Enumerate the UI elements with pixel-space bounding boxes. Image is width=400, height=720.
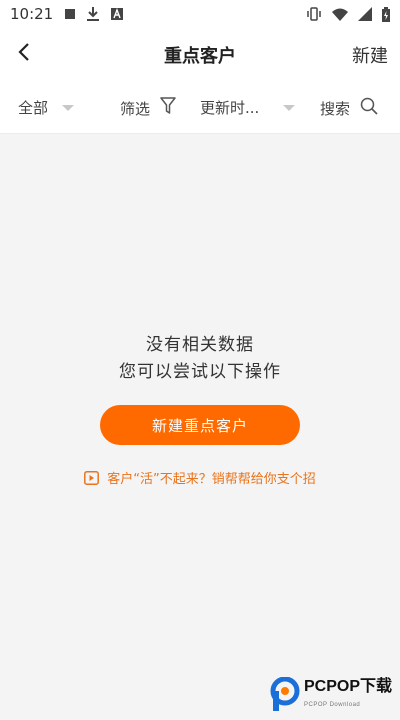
status-bar: 10:21 <box>0 0 400 28</box>
filter-search-button[interactable]: 搜索 <box>320 97 378 119</box>
caret-down-icon <box>62 104 75 111</box>
filter-search-label: 搜索 <box>320 99 351 118</box>
watermark-text: PCPOP下载 PCPOP Download <box>304 679 392 713</box>
caret-down-icon <box>283 104 296 111</box>
battery-charging-icon <box>382 6 390 22</box>
page-title: 重点客户 <box>164 46 236 67</box>
empty-state-subtitle: 您可以尝试以下操作 <box>119 362 281 382</box>
filter-screen-label: 筛选 <box>120 99 151 118</box>
vibrate-icon <box>306 7 322 21</box>
download-icon <box>87 7 100 21</box>
status-left: 10:21 <box>10 5 124 23</box>
header: 重点客户 新建 <box>0 28 400 80</box>
filter-all-label: 全部 <box>18 99 49 117</box>
filter-update-label: 更新时... <box>200 99 260 117</box>
filter-update-time-dropdown[interactable]: 更新时... <box>200 97 296 118</box>
search-icon <box>360 97 378 119</box>
wifi-icon <box>332 8 348 21</box>
stop-square-icon <box>65 9 76 19</box>
create-key-customer-button[interactable]: 新建重点客户 <box>100 405 300 445</box>
watermark-main-text: PCPOP下载 <box>304 678 393 695</box>
signal-icon <box>358 7 372 21</box>
filter-all-dropdown[interactable]: 全部 <box>18 97 75 118</box>
font-a-icon <box>111 8 124 20</box>
help-link-text: 客户“活”不起来？销帮帮给你支个招 <box>107 472 316 487</box>
filter-bar: 全部 筛选 更新时... 搜索 <box>0 80 400 134</box>
help-link[interactable]: 客户“活”不起来？销帮帮给你支个招 <box>0 468 400 487</box>
status-right <box>306 6 390 22</box>
watermark-sub-text: PCPOP Download <box>304 702 361 708</box>
status-time: 10:21 <box>10 5 54 23</box>
new-button[interactable]: 新建 <box>352 42 388 68</box>
filter-screen-button[interactable]: 筛选 <box>120 97 176 119</box>
video-play-icon <box>84 470 100 485</box>
empty-state-title: 没有相关数据 <box>146 335 254 355</box>
funnel-icon <box>160 97 176 119</box>
pcpop-logo-icon <box>270 676 300 715</box>
watermark: PCPOP下载 PCPOP Download <box>270 676 396 716</box>
